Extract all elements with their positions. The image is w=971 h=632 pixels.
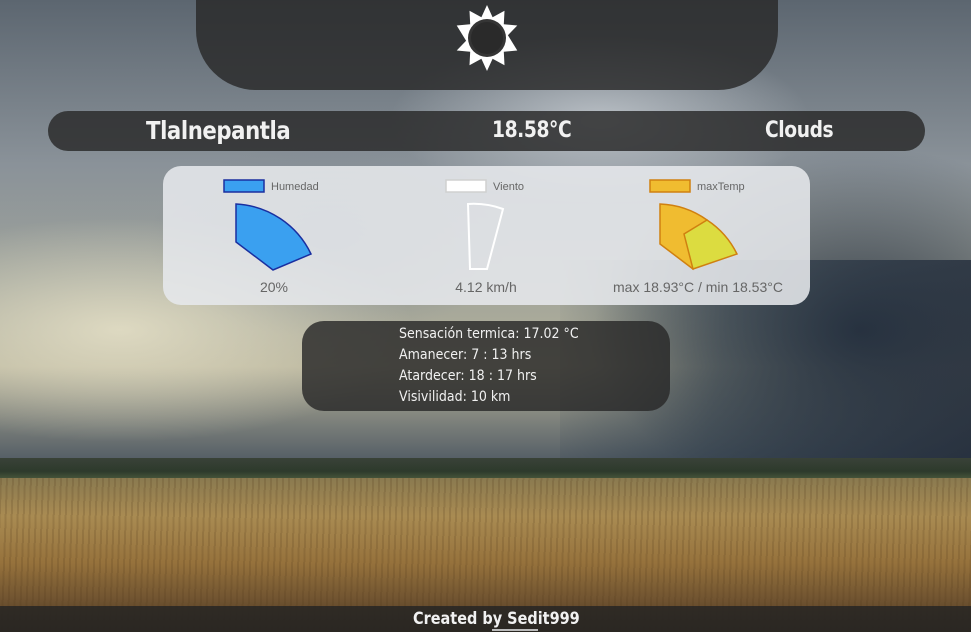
humidity-sector <box>235 203 313 271</box>
sunset-text: Atardecer: 18 : 17 hrs <box>399 368 537 384</box>
feels-like-text: Sensación termica: 17.02 °C <box>399 326 579 342</box>
visibility-text: Visivilidad: 10 km <box>399 389 511 405</box>
wind-legend-label[interactable]: Viento <box>493 181 524 193</box>
details-panel: Sensación termica: 17.02 °C Amanecer: 7 … <box>302 321 670 411</box>
wind-value: 4.12 km/h <box>455 279 516 295</box>
current-temperature: 18.58°C <box>492 118 572 143</box>
wind-sector <box>466 202 505 270</box>
humidity-legend-label[interactable]: Humedad <box>271 181 319 193</box>
sun-icon <box>456 5 518 71</box>
temperature-chart: maxTemp max 18.93°C / min 18.53°C <box>613 179 783 295</box>
footer: Created by Sedit999 <box>0 606 971 632</box>
wind-chart: Viento 4.12 km/h <box>445 179 524 295</box>
temperature-legend-label[interactable]: maxTemp <box>697 181 745 193</box>
weather-summary-bar: Tlalnepantla 18.58°C Clouds <box>48 111 925 151</box>
humidity-legend-swatch[interactable] <box>223 179 265 193</box>
charts-svg: Humedad 20% Viento 4.12 km/h maxTemp max… <box>223 179 783 295</box>
footer-credit[interactable]: Created by Sedit999 <box>413 609 580 629</box>
wind-legend-swatch[interactable] <box>445 179 487 193</box>
author-link-underline <box>492 629 538 631</box>
humidity-value: 20% <box>260 279 288 295</box>
weather-condition: Clouds <box>765 118 834 143</box>
tree-line <box>0 458 971 480</box>
temperature-legend-swatch[interactable] <box>649 179 691 193</box>
temperature-range-value: max 18.93°C / min 18.53°C <box>613 279 783 295</box>
background-landscape <box>0 0 971 632</box>
charts-panel: Humedad 20% Viento 4.12 km/h maxTemp max… <box>163 166 810 305</box>
weather-icon-panel <box>196 0 778 90</box>
city-name: Tlalnepantla <box>146 116 291 145</box>
sunrise-text: Amanecer: 7 : 13 hrs <box>399 347 532 363</box>
humidity-chart: Humedad 20% <box>223 179 319 295</box>
